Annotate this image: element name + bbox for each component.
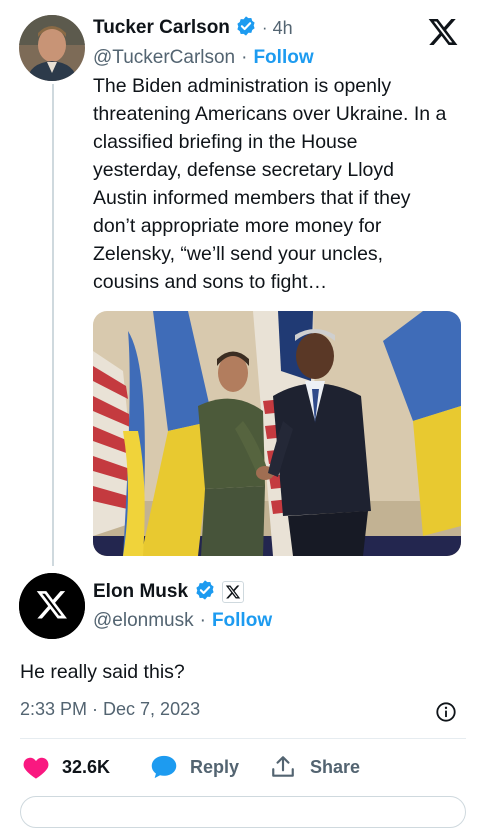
share-upload-icon <box>270 754 296 780</box>
tweet-text-line: Zelensky, “we’ll send your uncles, <box>93 243 384 265</box>
x-logo-icon[interactable] <box>426 16 460 48</box>
reply-button[interactable]: Reply <box>150 753 239 781</box>
divider <box>20 738 466 739</box>
share-label: Share <box>310 756 361 777</box>
thread-connector-line <box>52 84 54 566</box>
elon-display-name[interactable]: Elon Musk <box>93 581 188 603</box>
like-button[interactable]: 32.6K <box>22 753 110 781</box>
tweet-body: The Biden administration is openly threa… <box>93 72 473 296</box>
tweet-photo[interactable] <box>93 311 461 556</box>
tweet-text-line: yesterday, defense secretary Lloyd <box>93 159 394 181</box>
like-count: 32.6K <box>62 756 111 777</box>
tucker-handle[interactable]: @TuckerCarlson <box>93 47 235 69</box>
tweet-text-line: Austin informed members that if they <box>93 187 411 209</box>
separator-dot: · <box>199 610 206 631</box>
speech-bubble-icon <box>150 754 178 780</box>
separator-dot: · <box>261 18 268 37</box>
elon-avatar[interactable] <box>19 573 85 639</box>
reply-text: He really said this? <box>20 661 185 683</box>
tweet-text-line: The Biden administration is openly <box>93 75 392 97</box>
reply-label: Reply <box>190 756 240 777</box>
tucker-avatar[interactable] <box>19 15 85 81</box>
verified-badge-icon <box>235 15 257 42</box>
tweet-text-line: threatening Americans over Ukraine. In a <box>93 103 447 125</box>
tweet-time-ago[interactable]: 4h <box>273 18 293 39</box>
tucker-display-name[interactable]: Tucker Carlson <box>93 17 230 39</box>
verified-badge-icon <box>194 579 216 606</box>
tweet-text-line: classified briefing in the House <box>93 131 358 153</box>
follow-elon-button[interactable]: Follow <box>212 610 272 632</box>
info-icon[interactable] <box>435 701 457 723</box>
read-replies-pill[interactable] <box>20 796 466 828</box>
reply-timestamp[interactable]: 2:33 PM · Dec 7, 2023 <box>20 699 200 720</box>
follow-tucker-button[interactable]: Follow <box>253 47 313 69</box>
share-button[interactable]: Share <box>270 753 360 781</box>
separator-dot: · <box>241 47 248 68</box>
tweet-text-line: cousins and sons to fight… <box>93 271 328 293</box>
x-affiliate-badge-icon <box>222 581 245 603</box>
tweet-text-line: don’t appropriate more money for <box>93 215 382 237</box>
heart-icon <box>22 754 50 780</box>
elon-handle[interactable]: @elonmusk <box>93 610 194 632</box>
